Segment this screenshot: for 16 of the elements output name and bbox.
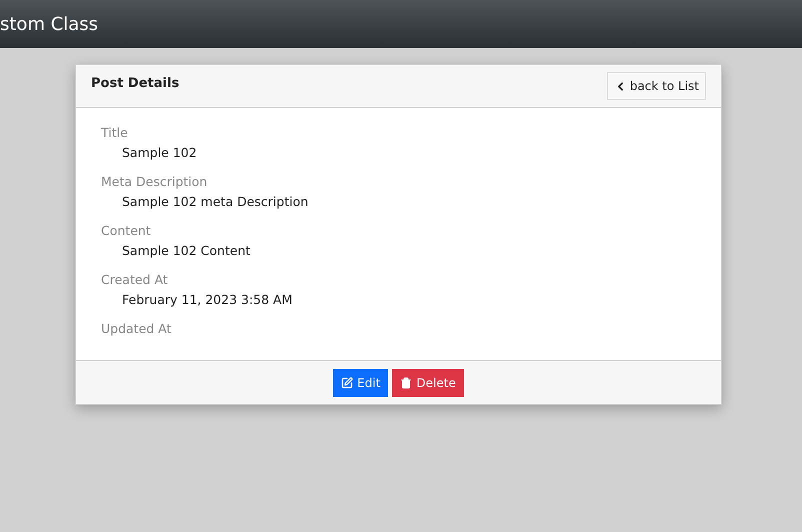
back-button[interactable]: back to List: [606, 72, 706, 100]
field-label: Title: [101, 124, 129, 142]
edit-button[interactable]: Edit: [333, 368, 388, 396]
field-label: Updated At: [101, 320, 172, 338]
delete-button[interactable]: Delete: [392, 368, 464, 396]
field-value: February 11, 2023 3:58 AM: [121, 291, 294, 309]
field-label: Meta Description: [101, 173, 208, 191]
field-value: Sample 102: [121, 144, 198, 162]
edit-icon: [341, 376, 354, 388]
field-label: Content: [101, 222, 152, 240]
field-value: Sample 102 Content: [121, 242, 252, 260]
field-label: Created At: [101, 271, 169, 289]
card-title: Post Details: [91, 75, 180, 94]
trash-icon: [400, 376, 412, 388]
navbar-title: stom Class: [0, 12, 98, 36]
field-value: Sample 102 meta Description: [121, 193, 310, 211]
